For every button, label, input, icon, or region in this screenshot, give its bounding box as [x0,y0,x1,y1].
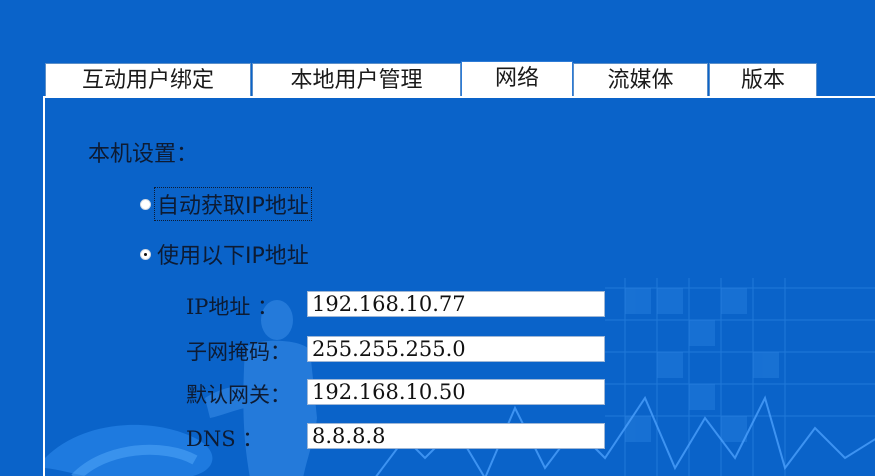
subnet-mask-label: 子网掩码： [186,340,291,364]
radio-button-selected[interactable] [140,248,151,260]
radio-button[interactable] [140,198,151,210]
section-title-local-settings: 本机设置： [88,142,199,167]
dns-label: DNS ： [186,427,264,451]
tab-network[interactable]: 网络 [461,61,573,97]
network-settings-panel: 本机设置： 自动获取IP地址 使用以下IP地址 IP地址 ： 子网掩码： 默认网… [43,96,875,476]
tab-streaming-media[interactable]: 流媒体 [573,63,708,97]
subnet-mask-input[interactable] [307,336,605,362]
option-use-following-ip[interactable]: 使用以下IP地址 [140,238,311,270]
ip-address-label: IP地址 ： [186,295,279,319]
option-label: 自动获取IP地址 [154,187,312,221]
option-label: 使用以下IP地址 [157,244,309,269]
default-gateway-input[interactable] [307,379,605,405]
tab-local-user-management[interactable]: 本地用户管理 [252,63,461,97]
tab-version[interactable]: 版本 [709,63,817,97]
default-gateway-label: 默认网关： [186,383,291,407]
ip-address-input[interactable] [307,291,605,317]
settings-screen: 互动用户绑定 本地用户管理 网络 流媒体 版本 本机设置： 自动获取IP地址 使… [0,0,875,476]
tab-interactive-user-binding[interactable]: 互动用户绑定 [45,63,251,97]
dns-input[interactable] [307,423,605,449]
option-obtain-ip-automatically[interactable]: 自动获取IP地址 [140,187,312,221]
